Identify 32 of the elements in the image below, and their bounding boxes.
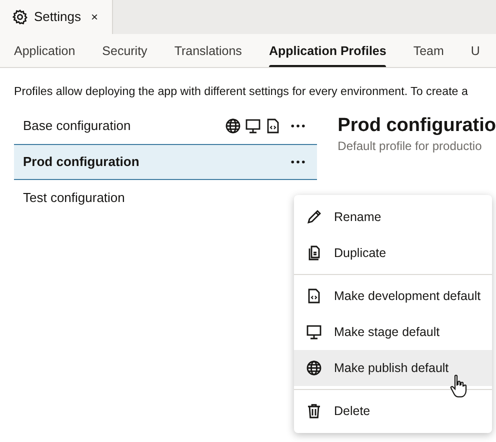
profile-name: Test configuration: [23, 189, 126, 208]
monitor-icon: [306, 324, 322, 340]
code-file-icon: [306, 288, 322, 304]
tab[interactable]: U: [470, 34, 480, 67]
close-icon[interactable]: ×: [90, 8, 98, 26]
tab[interactable]: Security: [102, 34, 148, 67]
tab[interactable]: Team: [413, 34, 444, 67]
tab[interactable]: Translations: [174, 34, 242, 67]
pencil-icon: [306, 209, 322, 225]
profile-description: Default profile for productio: [338, 138, 483, 155]
menu-item[interactable]: Rename: [294, 199, 492, 235]
settings-icon: [12, 9, 28, 25]
description-text: Profiles allow deploying the app with different settings for every environment. To create a: [13, 84, 469, 100]
hand-cursor-icon: [450, 374, 468, 398]
globe-icon: [306, 360, 322, 376]
document-tab[interactable]: Settings ×: [0, 0, 113, 34]
profile-name: Base configuration: [23, 117, 132, 136]
menu-item[interactable]: Make publish default: [294, 350, 492, 386]
tab[interactable]: Application: [14, 34, 76, 67]
more-icon: [290, 124, 305, 128]
trash-icon: [306, 403, 322, 419]
profile-row[interactable]: Prod configuration: [14, 144, 317, 180]
more-icon: [290, 160, 305, 164]
profile-title: Prod configuratio: [338, 116, 496, 137]
tab[interactable]: Application Profiles: [268, 34, 386, 67]
menu-item[interactable]: Make stage default: [294, 314, 492, 350]
menu-item[interactable]: Make development default: [294, 278, 492, 314]
profile-row[interactable]: Base configuration: [14, 108, 317, 144]
profile-name: Prod configuration: [23, 153, 140, 172]
menu-item[interactable]: Duplicate: [294, 235, 492, 271]
menu-item[interactable]: Delete: [294, 393, 492, 429]
copy-icon: [306, 245, 322, 261]
